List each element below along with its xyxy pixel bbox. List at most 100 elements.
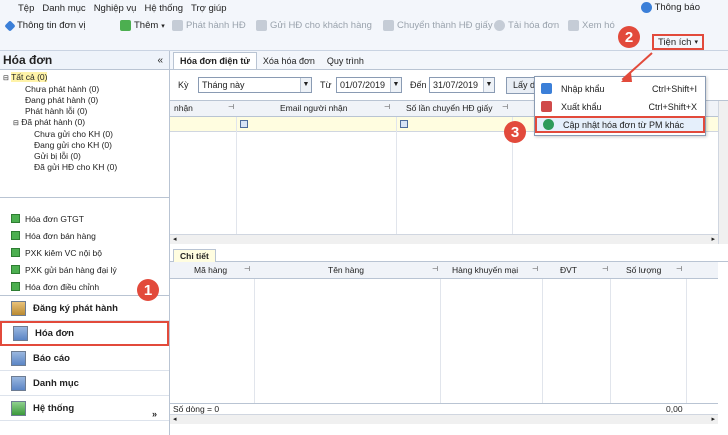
nav-item-sales-invoice[interactable]: Hóa đơn bán hàng <box>0 227 169 244</box>
menu-file[interactable]: Tệp <box>18 3 34 14</box>
detail-grid-header: Mã hàng ⊣ Tên hàng ⊣ Hàng khuyến mại ⊣ Đ… <box>170 262 718 279</box>
total-value: 0,00 <box>666 404 683 414</box>
tree-item-send-error[interactable]: Gửi bị lỗi (0) <box>3 151 166 162</box>
chevron-down-icon: ▾ <box>694 39 698 46</box>
module-catalog[interactable]: Danh mục <box>0 371 169 396</box>
tree-item-issuing[interactable]: Đang phát hành (0) <box>3 95 166 106</box>
callout-3: 3 <box>504 121 526 143</box>
filter-checkbox[interactable] <box>400 120 408 128</box>
module-invoice[interactable]: Hóa đơn <box>0 321 169 346</box>
period-select[interactable]: Tháng này ▼ <box>198 77 312 93</box>
menu-help[interactable]: Trợ giúp <box>191 3 226 14</box>
download-invoice-button[interactable]: Tải hóa đơn <box>494 20 559 31</box>
send-invoice-button[interactable]: Gửi HĐ cho khách hàng <box>256 20 372 31</box>
col-header-received[interactable]: nhận <box>174 103 193 113</box>
report-icon <box>11 350 26 366</box>
col-header-paper-count[interactable]: Số lần chuyển HĐ giấy <box>406 103 492 113</box>
utilities-menu: Nhập khẩu Ctrl+Shift+I Xuất khẩu Ctrl+Sh… <box>534 76 706 136</box>
callout-2: 2 <box>618 26 640 48</box>
menu-item-update-from-other-software[interactable]: Cập nhật hóa đơn từ PM khác <box>535 116 705 133</box>
document-icon <box>11 248 20 257</box>
nav-item-vat-invoice[interactable]: Hóa đơn GTGT <box>0 210 169 227</box>
chevron-down-icon: ▾ <box>161 22 165 30</box>
chevron-down-icon: ▼ <box>483 78 494 92</box>
pin-icon: ⊣ <box>676 266 683 273</box>
horizontal-scrollbar[interactable]: ◂ ▸ <box>170 234 718 244</box>
detail-horizontal-scrollbar[interactable]: ◂ ▸ <box>170 414 718 424</box>
detail-grid <box>170 279 718 403</box>
issue-invoice-button[interactable]: Phát hành HĐ <box>172 20 246 31</box>
col-header-promotion[interactable]: Hàng khuyến mại <box>452 265 518 275</box>
tree-item-not-sent[interactable]: Chưa gửi cho KH (0) <box>3 129 166 140</box>
company-info-button[interactable]: Thông tin đơn vị <box>4 19 86 32</box>
tab-detail[interactable]: Chi tiết <box>173 249 216 263</box>
tree-item-issue-error[interactable]: Phát hành lỗi (0) <box>3 106 166 117</box>
tab-delete-invoice[interactable]: Xóa hóa đơn <box>257 53 321 69</box>
menu-bar: Tệp Danh mục Nghiệp vụ Hệ thống Trợ giúp <box>0 0 728 16</box>
callout-1: 1 <box>137 279 159 301</box>
tree-item-sent[interactable]: Đã gửi HĐ cho KH (0) <box>3 162 166 173</box>
menu-system[interactable]: Hệ thống <box>144 3 183 14</box>
view-icon <box>568 20 579 31</box>
download-icon <box>494 20 505 31</box>
notifications-link[interactable]: Thông báo <box>640 2 700 13</box>
from-label: Từ <box>320 80 332 90</box>
collapse-icon[interactable]: « <box>157 55 163 66</box>
nav-item-agent-delivery[interactable]: PXK gửi bán hàng đại lý <box>0 261 169 278</box>
scroll-left-icon[interactable]: ◂ <box>173 235 177 243</box>
module-system[interactable]: Hệ thống <box>0 396 169 421</box>
issue-icon <box>172 20 183 31</box>
tree-item-all[interactable]: ⊟ Tất cả (0) <box>3 72 166 84</box>
col-header-quantity[interactable]: Số lượng <box>626 265 661 275</box>
scroll-right-icon[interactable]: ▸ <box>711 235 715 243</box>
vertical-scrollbar[interactable] <box>718 101 728 244</box>
add-document-icon <box>120 20 131 31</box>
utilities-button[interactable]: Tiện ích ▾ <box>652 34 704 50</box>
catalog-icon <box>11 375 26 391</box>
import-icon <box>541 83 552 94</box>
to-date-input[interactable]: 31/07/2019 ▼ <box>429 77 495 93</box>
pin-icon: ⊣ <box>384 104 391 111</box>
from-date-input[interactable]: 01/07/2019 ▼ <box>336 77 402 93</box>
col-header-item-name[interactable]: Tên hàng <box>328 265 364 275</box>
filter-checkbox[interactable] <box>240 120 248 128</box>
bell-icon <box>640 2 652 13</box>
col-header-item-code[interactable]: Mã hàng <box>194 265 227 275</box>
detail-tabs: Chi tiết <box>170 248 728 263</box>
building-icon <box>11 300 26 316</box>
left-panel-title: Hóa đơn <box>3 53 53 67</box>
pin-icon: ⊣ <box>532 266 539 273</box>
tab-workflow[interactable]: Quy trình <box>321 53 370 69</box>
nav-item-internal-transfer[interactable]: PXK kiêm VC nội bộ <box>0 244 169 261</box>
menu-catalog[interactable]: Danh mục <box>42 3 85 14</box>
shortcut-import: Ctrl+Shift+I <box>651 83 697 94</box>
tree-item-issued[interactable]: ⊟ Đã phát hành (0) <box>3 117 166 129</box>
send-icon <box>256 20 267 31</box>
col-header-unit[interactable]: ĐVT <box>560 265 577 275</box>
tree-item-unissued[interactable]: Chưa phát hành (0) <box>3 84 166 95</box>
menu-operations[interactable]: Nghiệp vụ <box>94 3 137 14</box>
convert-paper-button[interactable]: Chuyển thành HĐ giấy <box>383 20 493 31</box>
pin-icon: ⊣ <box>432 266 439 273</box>
detail-footer: Số dòng = 0 0,00 <box>170 403 718 414</box>
pin-icon: ⊣ <box>228 104 235 111</box>
row-count: Số dòng = 0 <box>173 404 220 414</box>
document-icon <box>11 214 20 223</box>
left-panel-header: Hóa đơn « <box>0 51 169 70</box>
add-button[interactable]: Thêm ▾ <box>120 20 165 31</box>
tab-e-invoice[interactable]: Hóa đơn điện tử <box>173 52 257 69</box>
convert-icon <box>383 20 394 31</box>
view-button[interactable]: Xem hó <box>568 20 615 31</box>
export-icon <box>541 101 552 112</box>
tree-item-sending[interactable]: Đang gửi cho KH (0) <box>3 140 166 151</box>
scroll-left-icon[interactable]: ◂ <box>173 415 177 423</box>
shortcut-export: Ctrl+Shift+X <box>648 101 697 112</box>
expand-icon[interactable]: » <box>152 409 157 419</box>
col-header-email[interactable]: Email người nhận <box>280 103 348 113</box>
status-tree: ⊟ Tất cả (0) Chưa phát hành (0) Đang phá… <box>0 70 169 198</box>
menu-item-export[interactable]: Xuất khẩu Ctrl+Shift+X <box>535 98 705 115</box>
module-reports[interactable]: Báo cáo <box>0 346 169 371</box>
to-label: Đến <box>410 80 427 90</box>
diamond-icon <box>4 19 16 32</box>
scroll-right-icon[interactable]: ▸ <box>711 415 715 423</box>
